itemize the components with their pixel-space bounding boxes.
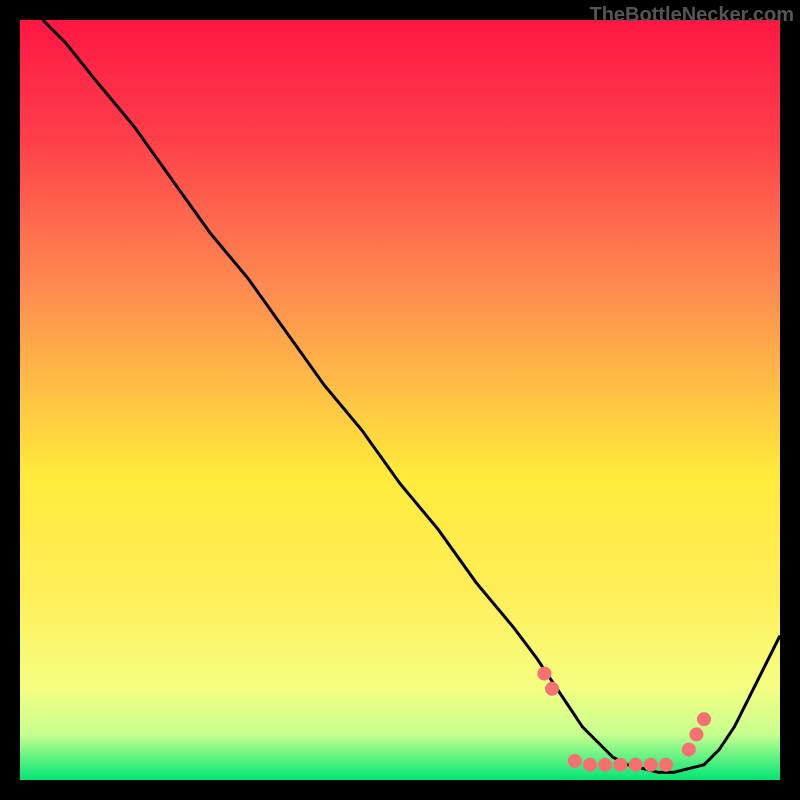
marker-dot: [682, 743, 696, 757]
marker-dot: [583, 758, 597, 772]
marker-dot: [697, 712, 711, 726]
marker-dot: [537, 667, 551, 681]
marker-dot: [613, 758, 627, 772]
watermark-text: TheBottleNecker.com: [589, 4, 794, 27]
marker-dot: [629, 758, 643, 772]
marker-dot: [598, 758, 612, 772]
marker-dot: [689, 727, 703, 741]
chart-container: [20, 20, 780, 780]
marker-dot: [568, 754, 582, 768]
chart-svg: [20, 20, 780, 780]
marker-dot: [545, 682, 559, 696]
marker-dot: [659, 758, 673, 772]
marker-dot: [644, 758, 658, 772]
gradient-background: [20, 20, 780, 780]
